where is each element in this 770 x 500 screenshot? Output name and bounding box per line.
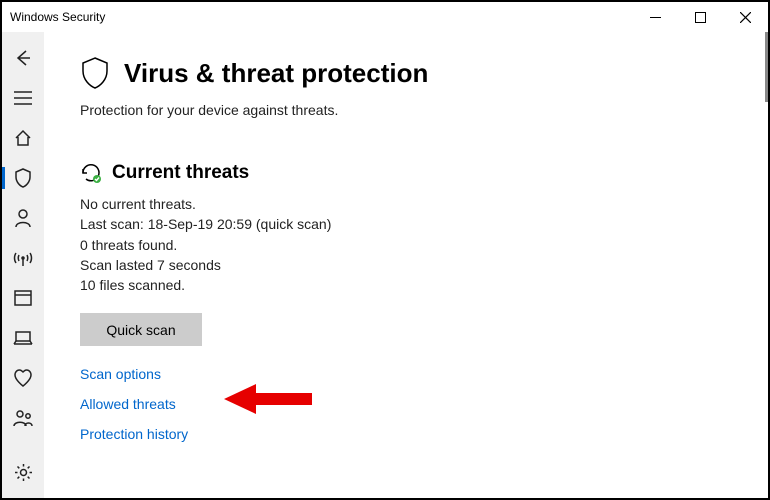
allowed-threats-link[interactable]: Allowed threats <box>80 396 768 412</box>
sidebar-item-home[interactable] <box>2 118 44 158</box>
section-heading: Current threats <box>112 162 249 184</box>
menu-button[interactable] <box>2 78 44 118</box>
files-scanned-count: 10 files scanned. <box>80 275 768 295</box>
minimize-icon <box>650 12 661 23</box>
heart-pulse-icon <box>13 369 33 387</box>
sidebar-item-virus-protection[interactable] <box>2 158 44 198</box>
threat-status: No current threats. <box>80 194 768 214</box>
sidebar-item-account-protection[interactable] <box>2 198 44 238</box>
scan-options-link[interactable]: Scan options <box>80 366 768 382</box>
window-title: Windows Security <box>10 10 105 24</box>
laptop-icon <box>13 331 33 345</box>
sidebar-item-device-performance[interactable] <box>2 358 44 398</box>
back-arrow-icon <box>13 48 33 68</box>
main-content: Virus & threat protection Protection for… <box>44 32 768 498</box>
sidebar-item-device-security[interactable] <box>2 318 44 358</box>
back-button[interactable] <box>2 38 44 78</box>
close-button[interactable] <box>723 2 768 32</box>
hamburger-icon <box>14 91 32 105</box>
sidebar-item-firewall[interactable] <box>2 238 44 278</box>
sidebar-item-settings[interactable] <box>2 452 44 492</box>
sidebar-item-family-options[interactable] <box>2 398 44 438</box>
protection-history-link[interactable]: Protection history <box>80 426 768 442</box>
sidebar-item-app-browser[interactable] <box>2 278 44 318</box>
gear-icon <box>14 463 33 482</box>
maximize-icon <box>695 12 706 23</box>
antenna-icon <box>13 249 33 267</box>
people-icon <box>12 409 34 427</box>
quick-scan-button[interactable]: Quick scan <box>80 313 202 346</box>
sidebar <box>2 32 44 498</box>
person-icon <box>14 208 32 228</box>
shield-icon <box>14 168 32 188</box>
close-icon <box>740 12 751 23</box>
shield-icon <box>80 56 110 90</box>
refresh-shield-icon <box>80 162 102 184</box>
scrollbar[interactable] <box>765 32 768 102</box>
window-icon <box>14 290 32 306</box>
page-subtitle: Protection for your device against threa… <box>80 102 768 118</box>
minimize-button[interactable] <box>633 2 678 32</box>
titlebar: Windows Security <box>2 2 768 32</box>
maximize-button[interactable] <box>678 2 723 32</box>
scan-duration: Scan lasted 7 seconds <box>80 255 768 275</box>
current-threats-section: Current threats No current threats. Last… <box>80 162 768 442</box>
threats-found-count: 0 threats found. <box>80 235 768 255</box>
home-icon <box>14 129 32 147</box>
page-title: Virus & threat protection <box>124 58 428 89</box>
last-scan-info: Last scan: 18-Sep-19 20:59 (quick scan) <box>80 214 768 234</box>
